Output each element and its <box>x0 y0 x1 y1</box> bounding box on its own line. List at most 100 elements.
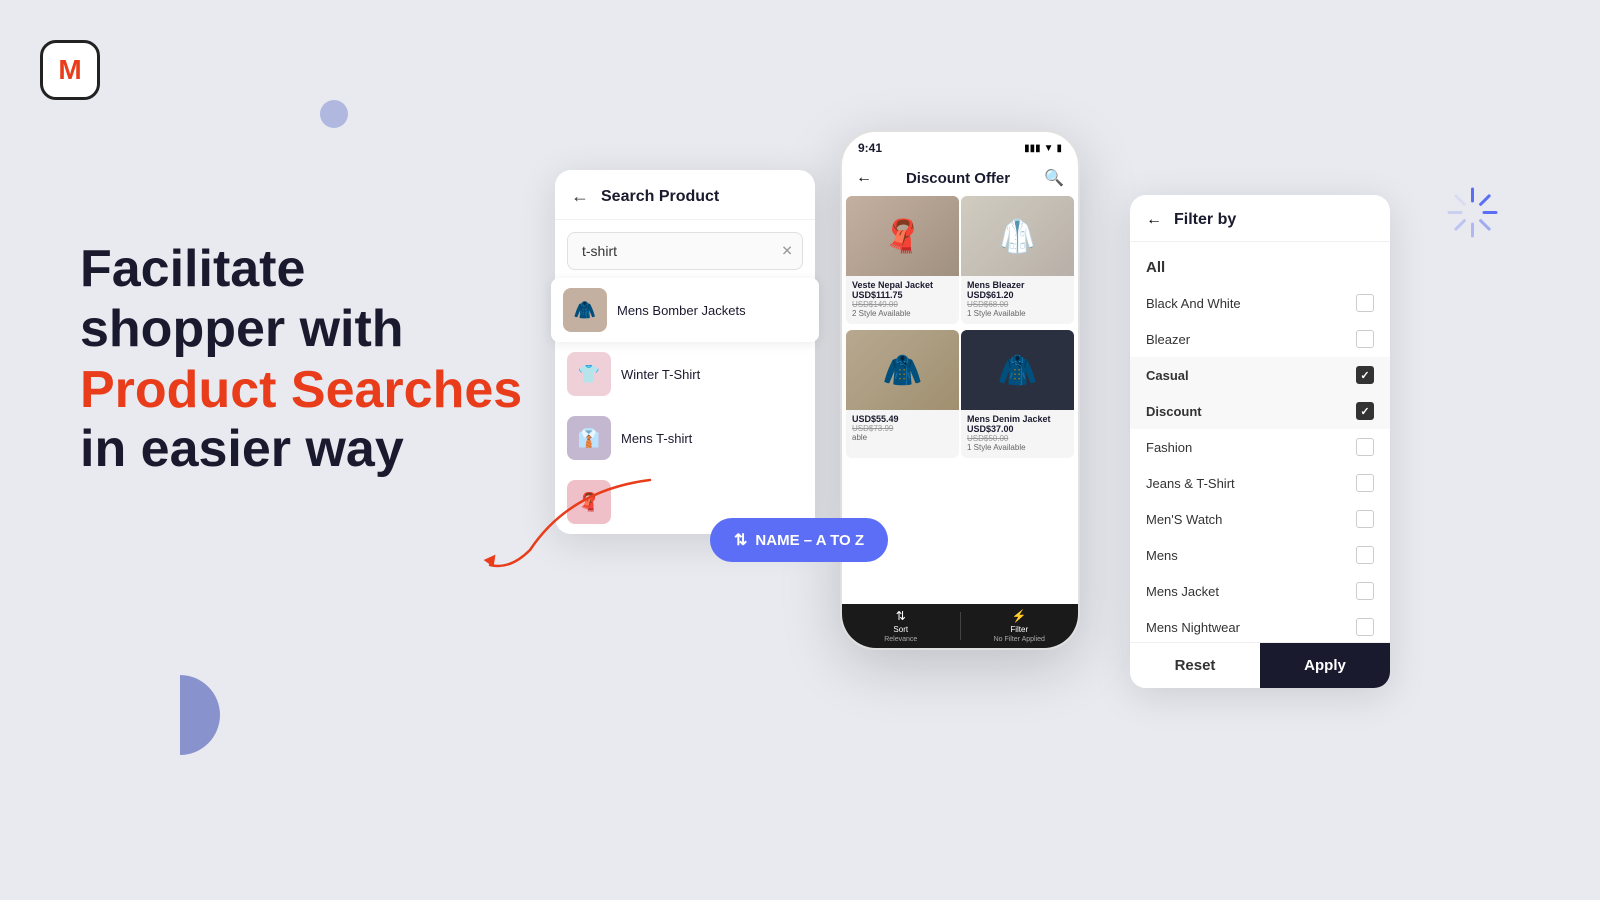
product-old-price: USD$50.00 <box>967 434 1068 443</box>
search-input-wrap: ✕ <box>567 232 803 270</box>
filter-item-label: Men'S Watch <box>1146 512 1222 527</box>
product-price: USD$37.00 <box>967 424 1068 434</box>
filter-item-label: Black And White <box>1146 296 1241 311</box>
discount-title: Discount Offer <box>906 170 1010 187</box>
product-card[interactable]: 🧥 Mens Denim Jacket USD$37.00 USD$50.00 … <box>961 330 1074 458</box>
product-info: USD$55.49 USD$73.99 able <box>846 410 959 448</box>
filter-back-icon[interactable]: ← <box>1146 211 1162 229</box>
filter-button[interactable]: ⚡ Filter No Filter Applied <box>961 604 1079 648</box>
result-thumbnail: 👕 <box>567 352 611 396</box>
product-availability: 2 Style Available <box>852 309 953 318</box>
filter-checkbox[interactable] <box>1356 330 1374 348</box>
phone-bottom-bar: ⇅ Sort Relevance ⚡ Filter No Filter Appl… <box>842 604 1078 648</box>
filter-item-label: Jeans & T-Shirt <box>1146 476 1235 491</box>
back-button[interactable]: ← <box>571 186 589 207</box>
filter-checkbox[interactable] <box>1356 510 1374 528</box>
product-price: USD$55.49 <box>852 414 953 424</box>
product-old-price: USD$149.00 <box>852 300 953 309</box>
product-price: USD$111.75 <box>852 290 953 300</box>
product-image: 🥼 <box>961 196 1074 276</box>
product-image: 🧥 <box>961 330 1074 410</box>
search-header: ← Search Product <box>555 170 815 220</box>
search-result-item[interactable]: 👕 Winter T-Shirt <box>555 342 815 406</box>
product-image: 🧥 <box>846 330 959 410</box>
hero-line1: Facilitate <box>80 240 600 300</box>
product-grid: 🧣 Veste Nepal Jacket USD$111.75 USD$149.… <box>842 196 1078 462</box>
filter-checkbox-discount[interactable] <box>1356 402 1374 420</box>
sort-icon: ⇅ <box>896 609 906 623</box>
product-name: Veste Nepal Jacket <box>852 280 953 290</box>
search-result-item[interactable]: 👔 Mens T-shirt <box>555 406 815 470</box>
result-label: Winter T-Shirt <box>621 367 700 382</box>
sort-badge[interactable]: ⇅ NAME – A TO Z <box>710 518 888 562</box>
discount-back-icon[interactable]: ← <box>856 169 872 187</box>
filter-title: Filter by <box>1174 211 1236 229</box>
filter-item-label: Mens Nightwear <box>1146 620 1240 635</box>
filter-item-casual[interactable]: Casual <box>1130 357 1390 393</box>
filter-item-label: Bleazer <box>1146 332 1190 347</box>
filter-label: Filter <box>1010 625 1028 634</box>
product-card[interactable]: 🧥 USD$55.49 USD$73.99 able <box>846 330 959 458</box>
phone-mockup: 9:41 ▮▮▮ ▼ ▮ ← Discount Offer 🔍 🧣 Veste … <box>840 130 1080 650</box>
filter-item[interactable]: Men'S Watch <box>1130 501 1390 537</box>
filter-checkbox[interactable] <box>1356 294 1374 312</box>
filter-item[interactable]: All <box>1130 250 1390 285</box>
product-info: Mens Bleazer USD$61.20 USD$68.00 1 Style… <box>961 276 1074 324</box>
filter-checkbox[interactable] <box>1356 474 1374 492</box>
filter-item[interactable]: Fashion <box>1130 429 1390 465</box>
filter-item[interactable]: Jeans & T-Shirt <box>1130 465 1390 501</box>
filter-header: ← Filter by <box>1130 195 1390 242</box>
product-card[interactable]: 🥼 Mens Bleazer USD$61.20 USD$68.00 1 Sty… <box>961 196 1074 324</box>
filter-item-label: Casual <box>1146 368 1189 383</box>
filter-panel: ← Filter by All Black And White Bleazer … <box>1130 195 1390 688</box>
phone-status-icons: ▮▮▮ ▼ ▮ <box>1024 143 1062 154</box>
filter-item[interactable]: Black And White <box>1130 285 1390 321</box>
search-result-item[interactable]: 🧥 Mens Bomber Jackets <box>551 278 819 342</box>
filter-item-label: Fashion <box>1146 440 1192 455</box>
result-label: Mens T-shirt <box>621 431 692 446</box>
filter-apply-button[interactable]: Apply <box>1260 643 1390 688</box>
search-icon[interactable]: 🔍 <box>1044 168 1064 188</box>
filter-item[interactable]: Mens Nightwear <box>1130 609 1390 645</box>
filter-item[interactable]: Mens <box>1130 537 1390 573</box>
search-input[interactable] <box>567 232 803 270</box>
filter-checkbox[interactable] <box>1356 618 1374 636</box>
product-name: Mens Denim Jacket <box>967 414 1068 424</box>
arrow-decoration <box>470 470 690 580</box>
deco-half-circle <box>140 675 220 755</box>
result-label: Mens Bomber Jackets <box>617 303 746 318</box>
filter-footer: Reset Apply <box>1130 642 1390 688</box>
spinner-decoration <box>1445 185 1500 240</box>
sort-button[interactable]: ⇅ Sort Relevance <box>842 604 960 648</box>
product-old-price: USD$68.00 <box>967 300 1068 309</box>
app-logo: M <box>40 40 100 100</box>
filter-checkbox[interactable] <box>1356 438 1374 456</box>
logo-letter: M <box>58 54 81 86</box>
filter-list: All Black And White Bleazer Casual Disco… <box>1130 242 1390 642</box>
phone-time: 9:41 <box>858 141 882 155</box>
product-availability: able <box>852 433 953 442</box>
product-image: 🧣 <box>846 196 959 276</box>
sort-arrows-icon: ⇅ <box>734 530 747 550</box>
discount-header: ← Discount Offer 🔍 <box>842 160 1078 196</box>
filter-icon: ⚡ <box>1012 609 1027 623</box>
product-availability: 1 Style Available <box>967 443 1068 452</box>
filter-checkbox-casual[interactable] <box>1356 366 1374 384</box>
filter-checkbox[interactable] <box>1356 546 1374 564</box>
result-thumbnail: 🧥 <box>563 288 607 332</box>
filter-item-label: Mens <box>1146 548 1178 563</box>
filter-item[interactable]: Bleazer <box>1130 321 1390 357</box>
filter-item[interactable]: Mens Jacket <box>1130 573 1390 609</box>
filter-item-label: Mens Jacket <box>1146 584 1219 599</box>
deco-circle-top <box>320 100 348 128</box>
filter-checkbox[interactable] <box>1356 582 1374 600</box>
result-thumbnail: 👔 <box>567 416 611 460</box>
search-clear-icon[interactable]: ✕ <box>781 243 793 260</box>
product-card[interactable]: 🧣 Veste Nepal Jacket USD$111.75 USD$149.… <box>846 196 959 324</box>
sort-label: Sort <box>893 625 908 634</box>
filter-reset-button[interactable]: Reset <box>1130 643 1260 688</box>
filter-sub: No Filter Applied <box>994 636 1045 643</box>
filter-item-discount[interactable]: Discount <box>1130 393 1390 429</box>
product-price: USD$61.20 <box>967 290 1068 300</box>
filter-item-label: All <box>1146 259 1165 276</box>
